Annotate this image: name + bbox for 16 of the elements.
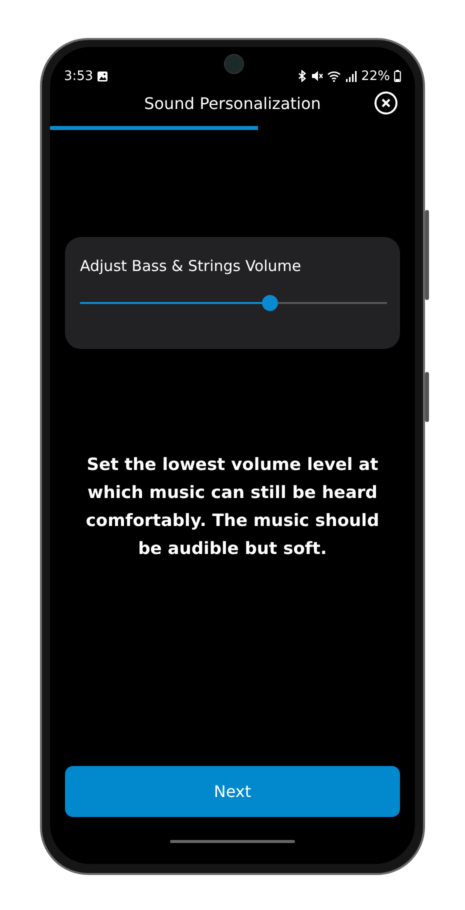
bluetooth-icon xyxy=(297,70,308,82)
close-icon[interactable] xyxy=(374,91,398,115)
image-icon xyxy=(97,70,108,82)
instruction-text: Set the lowest volume level at which music can still be heard comfortably. The music should be audible but soft. xyxy=(84,454,380,561)
battery-icon xyxy=(394,70,401,82)
status-time: 3:53 xyxy=(64,68,94,84)
camera-icon xyxy=(224,54,244,74)
slider-label: Adjust Bass & Strings Volume xyxy=(80,257,302,275)
screen-title: Sound Personalization xyxy=(144,94,321,112)
next-button[interactable]: Next xyxy=(65,766,400,817)
mute-icon xyxy=(311,70,324,82)
signal-icon xyxy=(346,70,358,82)
slider-thumb[interactable] xyxy=(262,295,278,311)
volume-slider[interactable] xyxy=(80,295,387,311)
battery-percentage: 22% xyxy=(361,68,390,84)
wifi-icon xyxy=(327,70,342,82)
